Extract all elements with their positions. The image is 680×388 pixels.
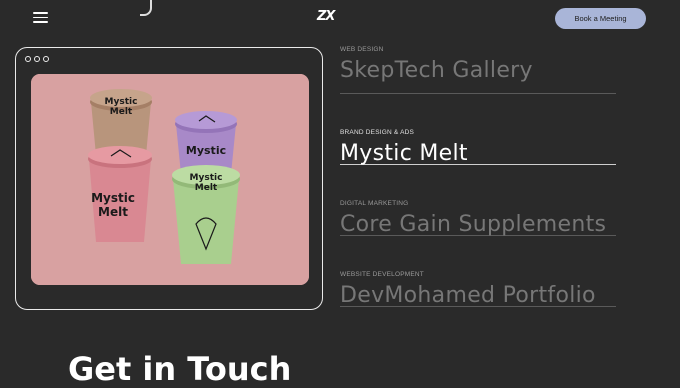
contact-section-title: Get in Touch: [68, 350, 292, 388]
project-category: BRAND DESIGN & ADS: [340, 129, 415, 136]
svg-text:Melt: Melt: [110, 107, 133, 117]
ice-cream-cups-illustration: Mystic Melt Mystic Mystic Melt Mystic Me…: [31, 74, 309, 285]
site-logo[interactable]: ZX: [317, 9, 335, 24]
window-dot-icon: [25, 56, 31, 62]
menu-icon[interactable]: [33, 12, 48, 24]
project-item-devmohamed[interactable]: WEBSITE DEVELOPMENT DevMohamed Portfolio: [340, 236, 616, 308]
project-category: WEB DESIGN: [340, 46, 384, 53]
window-dots: [25, 56, 49, 62]
project-title: DevMohamed Portfolio: [340, 283, 596, 308]
project-list: WEB DESIGN SkepTech Gallery BRAND DESIGN…: [340, 40, 616, 308]
project-title: SkepTech Gallery: [340, 58, 533, 83]
book-meeting-button[interactable]: Book a Meeting: [555, 8, 646, 29]
svg-text:Mystic: Mystic: [91, 191, 135, 205]
partial-logo-glyph: [140, 0, 152, 16]
project-preview-image: Mystic Melt Mystic Mystic Melt Mystic Me…: [31, 74, 309, 285]
project-title: Mystic Melt: [340, 141, 468, 166]
project-preview-frame: Mystic Melt Mystic Mystic Melt Mystic Me…: [15, 47, 323, 310]
project-title: Core Gain Supplements: [340, 212, 607, 237]
svg-text:Mystic: Mystic: [190, 173, 223, 183]
project-category: DIGITAL MARKETING: [340, 200, 409, 207]
svg-text:Mystic: Mystic: [105, 97, 138, 107]
svg-text:Melt: Melt: [195, 183, 218, 193]
project-category: WEBSITE DEVELOPMENT: [340, 271, 424, 278]
project-item-skeptech[interactable]: WEB DESIGN SkepTech Gallery: [340, 40, 616, 94]
project-item-mystic-melt[interactable]: BRAND DESIGN & ADS Mystic Melt: [340, 94, 616, 166]
svg-text:Mystic: Mystic: [186, 144, 226, 157]
svg-text:Melt: Melt: [98, 205, 128, 219]
project-item-core-gain[interactable]: DIGITAL MARKETING Core Gain Supplements: [340, 165, 616, 237]
window-dot-icon: [43, 56, 49, 62]
window-dot-icon: [34, 56, 40, 62]
